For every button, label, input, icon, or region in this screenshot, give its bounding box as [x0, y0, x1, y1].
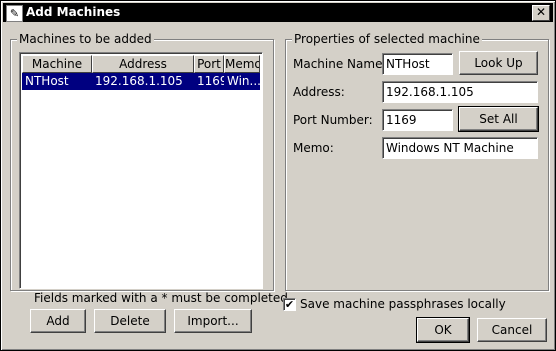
- machines-list[interactable]: Machine Address Port Memo NTHost 192.168…: [19, 52, 263, 289]
- machine-name-field[interactable]: NTHost: [382, 53, 453, 75]
- add-machines-dialog: ✎ Add Machines ✕ Machines to be added Ma…: [0, 0, 556, 351]
- column-memo[interactable]: Memo: [224, 55, 260, 73]
- list-item[interactable]: NTHost 192.168.1.105 1169 Win...: [22, 73, 260, 90]
- save-passphrases-checkbox[interactable]: ✔: [283, 298, 296, 311]
- list-header: Machine Address Port Memo: [22, 55, 260, 73]
- properties-group-label: Properties of selected machine: [292, 32, 482, 46]
- column-machine[interactable]: Machine: [22, 55, 92, 73]
- port-number-label: Port Number:: [293, 113, 373, 127]
- import-button[interactable]: Import...: [174, 309, 252, 333]
- memo-label: Memo:: [293, 141, 334, 155]
- cell-address: 192.168.1.105: [95, 74, 183, 88]
- title-bar: ✎ Add Machines ✕: [3, 3, 553, 22]
- add-button[interactable]: Add: [30, 309, 86, 333]
- close-icon[interactable]: ✕: [532, 5, 550, 21]
- delete-button[interactable]: Delete: [94, 309, 166, 333]
- window-title: Add Machines: [26, 5, 121, 19]
- column-address[interactable]: Address: [92, 55, 194, 73]
- cell-machine: NTHost: [25, 74, 69, 88]
- column-port[interactable]: Port: [194, 55, 224, 73]
- address-label: Address:: [293, 85, 345, 99]
- memo-field[interactable]: Windows NT Machine: [382, 137, 538, 159]
- machine-name-label: Machine Name:: [293, 57, 387, 71]
- ok-button[interactable]: OK: [416, 317, 470, 343]
- address-field[interactable]: 192.168.1.105: [382, 81, 538, 103]
- set-all-button[interactable]: Set All: [458, 106, 539, 132]
- properties-group: Properties of selected machine: [285, 32, 549, 291]
- required-fields-note: Fields marked with a * must be completed: [34, 291, 288, 305]
- cancel-button[interactable]: Cancel: [477, 318, 547, 342]
- port-number-field[interactable]: 1169: [382, 109, 453, 131]
- look-up-button[interactable]: Look Up: [459, 51, 538, 75]
- app-icon: ✎: [6, 5, 23, 22]
- save-passphrases-label[interactable]: Save machine passphrases locally: [300, 296, 506, 312]
- cell-port: 1169: [197, 74, 224, 88]
- cell-memo: Win...: [227, 74, 260, 88]
- machines-group-label: Machines to be added: [17, 32, 154, 46]
